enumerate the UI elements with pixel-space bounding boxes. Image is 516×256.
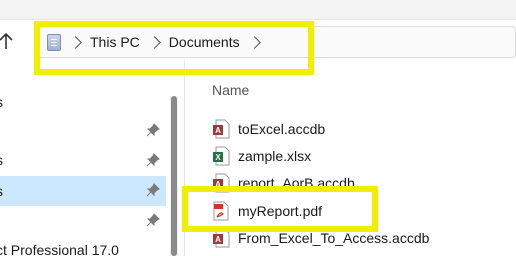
nav-item-label: ct Professional 17.0	[0, 242, 119, 256]
file-name: toExcel.accdb	[238, 121, 326, 137]
up-arrow-icon[interactable]	[0, 30, 16, 52]
highlight-box-file	[182, 186, 378, 232]
column-header-name[interactable]: Name	[212, 82, 249, 98]
nav-item-label: s	[0, 94, 3, 110]
nav-scrollbar-thumb[interactable]	[171, 96, 177, 256]
navigation-pane: s s s ct Professional 17.0	[0, 80, 178, 256]
access-file-icon: A	[212, 119, 230, 139]
pin-icon[interactable]	[146, 123, 160, 137]
nav-item-label: s	[0, 183, 3, 199]
pin-icon[interactable]	[146, 183, 160, 197]
excel-file-icon: X	[212, 146, 230, 166]
nav-item-label: s	[0, 152, 3, 168]
window-top-band	[0, 0, 516, 20]
nav-item[interactable]: s	[0, 146, 166, 174]
pin-icon[interactable]	[146, 213, 160, 227]
nav-item[interactable]: s	[0, 88, 166, 116]
svg-text:X: X	[215, 153, 221, 162]
svg-text:A: A	[215, 235, 221, 244]
pin-icon[interactable]	[146, 153, 160, 167]
nav-item[interactable]	[0, 206, 166, 234]
nav-item-selected[interactable]: s	[0, 176, 166, 206]
file-row[interactable]: X zample.xlsx	[212, 143, 311, 169]
nav-item[interactable]: ct Professional 17.0	[0, 236, 166, 256]
file-name: zample.xlsx	[238, 148, 312, 164]
highlight-box-address	[34, 21, 314, 75]
svg-text:A: A	[215, 126, 221, 135]
nav-item[interactable]	[0, 116, 166, 144]
file-name: From_Excel_To_Access.accdb	[238, 230, 430, 246]
file-row[interactable]: A toExcel.accdb	[212, 116, 325, 142]
